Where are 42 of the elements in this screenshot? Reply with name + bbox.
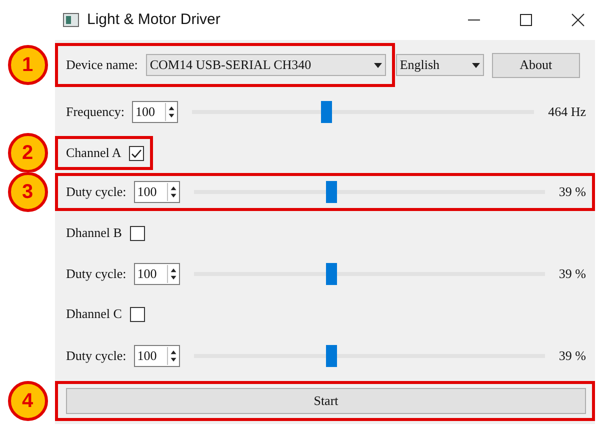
app-icon <box>63 13 79 27</box>
number-spinbox[interactable]: 100 <box>134 345 180 367</box>
value-reading: 464 Hz <box>548 103 586 122</box>
checkbox[interactable] <box>130 226 145 240</box>
slider[interactable] <box>194 345 545 367</box>
callout-number: 3 <box>8 172 48 212</box>
callout-number: 2 <box>8 133 48 173</box>
number-spinbox[interactable]: 100 <box>134 181 180 203</box>
channel-label: Dhannel B <box>66 224 122 242</box>
field-label: Duty cycle: <box>66 183 126 202</box>
slider[interactable] <box>194 263 545 285</box>
check-icon <box>131 148 142 158</box>
language-dropdown[interactable]: English <box>396 54 484 76</box>
channel-label: Dhannel C <box>66 305 122 324</box>
close-icon[interactable] <box>571 13 585 27</box>
caret-icon <box>472 62 480 68</box>
device-dropdown[interactable]: COM14 USB-SERIAL CH340 <box>146 54 386 76</box>
number-spinbox[interactable]: 100 <box>132 101 178 123</box>
slider[interactable] <box>192 101 534 123</box>
slider-thumb[interactable] <box>326 345 338 367</box>
callout-number: 1 <box>8 45 48 85</box>
about-button[interactable]: About <box>492 52 580 78</box>
slider[interactable] <box>194 181 545 203</box>
caret-icon <box>374 62 382 68</box>
window-title: Light & Motor Driver <box>87 10 220 30</box>
checkbox[interactable] <box>129 146 144 160</box>
start-button[interactable]: Start <box>66 388 586 414</box>
value-reading: 39 % <box>558 265 586 284</box>
slider-thumb[interactable] <box>320 101 332 123</box>
checkbox[interactable] <box>130 306 145 322</box>
slider-thumb[interactable] <box>326 181 338 203</box>
field-label: Frequency: <box>66 103 124 122</box>
number-spinbox[interactable]: 100 <box>134 263 180 285</box>
maximize-icon[interactable] <box>519 13 533 27</box>
field-label: Duty cycle: <box>66 265 126 284</box>
value-reading: 39 % <box>558 183 586 202</box>
channel-label: Channel A <box>66 144 122 162</box>
value-reading: 39 % <box>558 347 586 366</box>
field-label: Device name: <box>66 56 138 74</box>
callout-number: 4 <box>8 381 48 421</box>
slider-thumb[interactable] <box>326 263 338 285</box>
field-label: Duty cycle: <box>66 347 126 366</box>
